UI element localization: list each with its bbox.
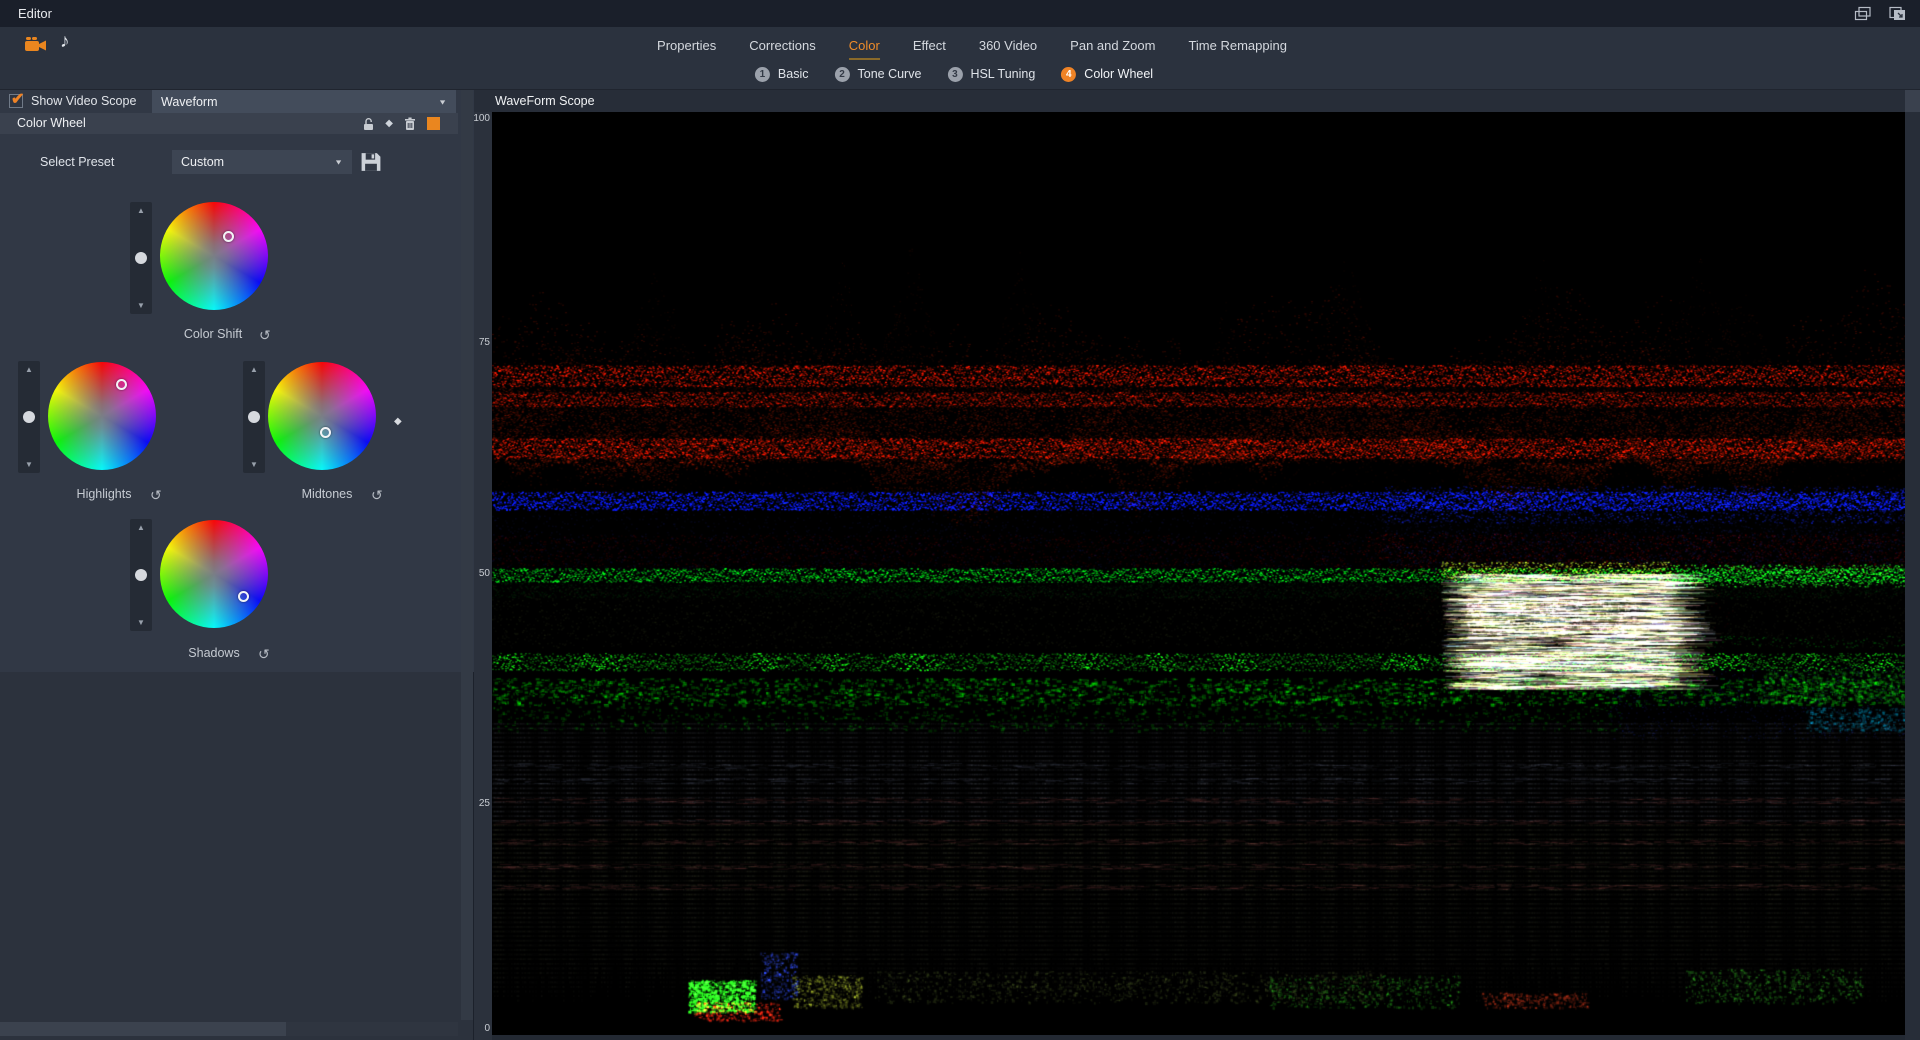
highlights-luma-slider[interactable]: ▲ ▼ xyxy=(18,361,40,473)
axis-tick-50: 50 xyxy=(479,568,490,579)
step-3-badge: 3 xyxy=(947,67,962,82)
restore-window-icon[interactable] xyxy=(1854,6,1872,21)
section-title: Color Wheel xyxy=(17,113,86,134)
shadows-indicator[interactable] xyxy=(238,591,249,602)
toolbar: ♪ Properties Corrections Color Effect 36… xyxy=(0,27,1920,90)
scope-bottom-strip xyxy=(492,1035,1905,1040)
window-title: Editor xyxy=(18,0,52,27)
save-preset-icon[interactable] xyxy=(359,152,383,172)
slider-up-arrow[interactable]: ▲ xyxy=(243,365,265,374)
color-wheel-panel: Show Video Scope Waveform Color Wheel ◆ xyxy=(0,90,474,1040)
highlights-wheel[interactable] xyxy=(48,362,156,470)
subtab-tone-curve[interactable]: 2 Tone Curve xyxy=(835,67,922,82)
shadows-wheel[interactable] xyxy=(160,520,268,628)
lock-icon[interactable] xyxy=(363,117,374,131)
show-video-scope-checkbox[interactable] xyxy=(9,94,23,108)
axis-tick-100: 100 xyxy=(473,113,490,124)
slider-down-arrow[interactable]: ▼ xyxy=(130,618,152,627)
scope-header: WaveForm Scope xyxy=(474,90,1920,112)
highlights-reset-icon[interactable]: ↺ xyxy=(150,488,162,502)
scope-title: WaveForm Scope xyxy=(495,90,595,112)
scope-body: 100 75 50 25 0 xyxy=(474,112,1920,1040)
dock-panels-icon[interactable] xyxy=(1888,6,1906,21)
scrollbar-thumb[interactable] xyxy=(0,1022,286,1036)
subtab-color-wheel[interactable]: 4 Color Wheel xyxy=(1061,67,1153,82)
hue-wheel-disc[interactable] xyxy=(48,362,156,470)
slider-down-arrow[interactable]: ▼ xyxy=(18,460,40,469)
slider-thumb[interactable] xyxy=(135,569,147,581)
slider-thumb[interactable] xyxy=(23,411,35,423)
highlights-label: Highlights xyxy=(77,487,132,501)
midtones-reset-icon[interactable]: ↺ xyxy=(371,488,383,502)
slider-down-arrow[interactable]: ▼ xyxy=(130,301,152,310)
slider-up-arrow[interactable]: ▲ xyxy=(130,523,152,532)
subtab-basic[interactable]: 1 Basic xyxy=(755,67,809,82)
axis-tick-25: 25 xyxy=(479,798,490,809)
slider-down-arrow[interactable]: ▼ xyxy=(243,460,265,469)
filter-color-swatch[interactable] xyxy=(427,117,440,130)
slider-thumb[interactable] xyxy=(135,252,147,264)
scope-type-dropdown[interactable]: Waveform xyxy=(152,90,456,113)
tab-properties[interactable]: Properties xyxy=(657,38,716,53)
shadows-reset-icon[interactable]: ↺ xyxy=(258,647,270,661)
slider-thumb[interactable] xyxy=(248,411,260,423)
trash-icon[interactable] xyxy=(404,117,416,131)
color-wheel-section-header: Color Wheel ◆ xyxy=(0,113,458,134)
axis-tick-0: 0 xyxy=(484,1023,490,1034)
panel-vertical-scrollbar[interactable] xyxy=(461,90,473,1020)
midtones-luma-slider[interactable]: ▲ ▼ xyxy=(243,361,265,473)
keyframe-diamond-icon[interactable]: ◆ xyxy=(385,118,393,129)
music-note-icon[interactable]: ♪ xyxy=(60,31,70,53)
midtones-label: Midtones xyxy=(302,487,353,501)
color-shift-indicator[interactable] xyxy=(223,231,234,242)
step-2-badge: 2 xyxy=(835,67,850,82)
window-titlebar: Editor xyxy=(0,0,1920,27)
step-4-badge: 4 xyxy=(1061,67,1076,82)
panel-horizontal-scrollbar[interactable] xyxy=(0,1022,458,1036)
select-preset-label: Select Preset xyxy=(40,150,114,174)
waveform-canvas xyxy=(492,112,1905,1035)
shadows-label: Shadows xyxy=(188,646,239,660)
shadows-luma-slider[interactable]: ▲ ▼ xyxy=(130,519,152,631)
tab-360-video[interactable]: 360 Video xyxy=(979,38,1037,53)
preset-dropdown[interactable]: Custom xyxy=(172,150,352,174)
slider-up-arrow[interactable]: ▲ xyxy=(18,365,40,374)
color-shift-label: Color Shift xyxy=(184,327,242,341)
hue-wheel-disc[interactable] xyxy=(268,362,376,470)
tab-corrections[interactable]: Corrections xyxy=(749,38,815,53)
subtab-hsl-tuning[interactable]: 3 HSL Tuning xyxy=(947,67,1035,82)
midtones-wheel[interactable] xyxy=(268,362,376,470)
scope-axis-gutter: 100 75 50 25 0 xyxy=(474,112,492,1040)
step-1-badge: 1 xyxy=(755,67,770,82)
show-video-scope-label: Show Video Scope xyxy=(31,90,136,113)
tab-bar: Properties Corrections Color Effect 360 … xyxy=(657,30,1287,60)
color-shift-luma-slider[interactable]: ▲ ▼ xyxy=(130,202,152,314)
video-camera-icon[interactable] xyxy=(24,36,48,53)
midtones-keyframe-icon[interactable]: ◆ xyxy=(394,416,402,427)
subtab-bar: 1 Basic 2 Tone Curve 3 HSL Tuning 4 Colo… xyxy=(755,60,1153,88)
scope-toggle-row: Show Video Scope Waveform xyxy=(0,90,458,113)
preset-row: Select Preset Custom xyxy=(0,150,458,174)
scrollbar-corner xyxy=(1905,90,1920,112)
color-shift-reset-icon[interactable]: ↺ xyxy=(259,328,271,342)
tab-pan-and-zoom[interactable]: Pan and Zoom xyxy=(1070,38,1155,53)
highlights-indicator[interactable] xyxy=(116,379,127,390)
tab-effect[interactable]: Effect xyxy=(913,38,946,53)
midtones-indicator[interactable] xyxy=(320,427,331,438)
axis-tick-75: 75 xyxy=(479,337,490,348)
scope-vertical-scrollbar[interactable] xyxy=(1905,112,1920,1040)
hue-wheel-disc[interactable] xyxy=(160,520,268,628)
tab-color[interactable]: Color xyxy=(849,38,880,53)
tab-time-remapping[interactable]: Time Remapping xyxy=(1188,38,1287,53)
slider-up-arrow[interactable]: ▲ xyxy=(130,206,152,215)
hue-wheel-disc[interactable] xyxy=(160,202,268,310)
color-shift-wheel[interactable] xyxy=(160,202,268,310)
waveform-scope-panel: WaveForm Scope 100 75 50 25 0 xyxy=(474,90,1920,1040)
